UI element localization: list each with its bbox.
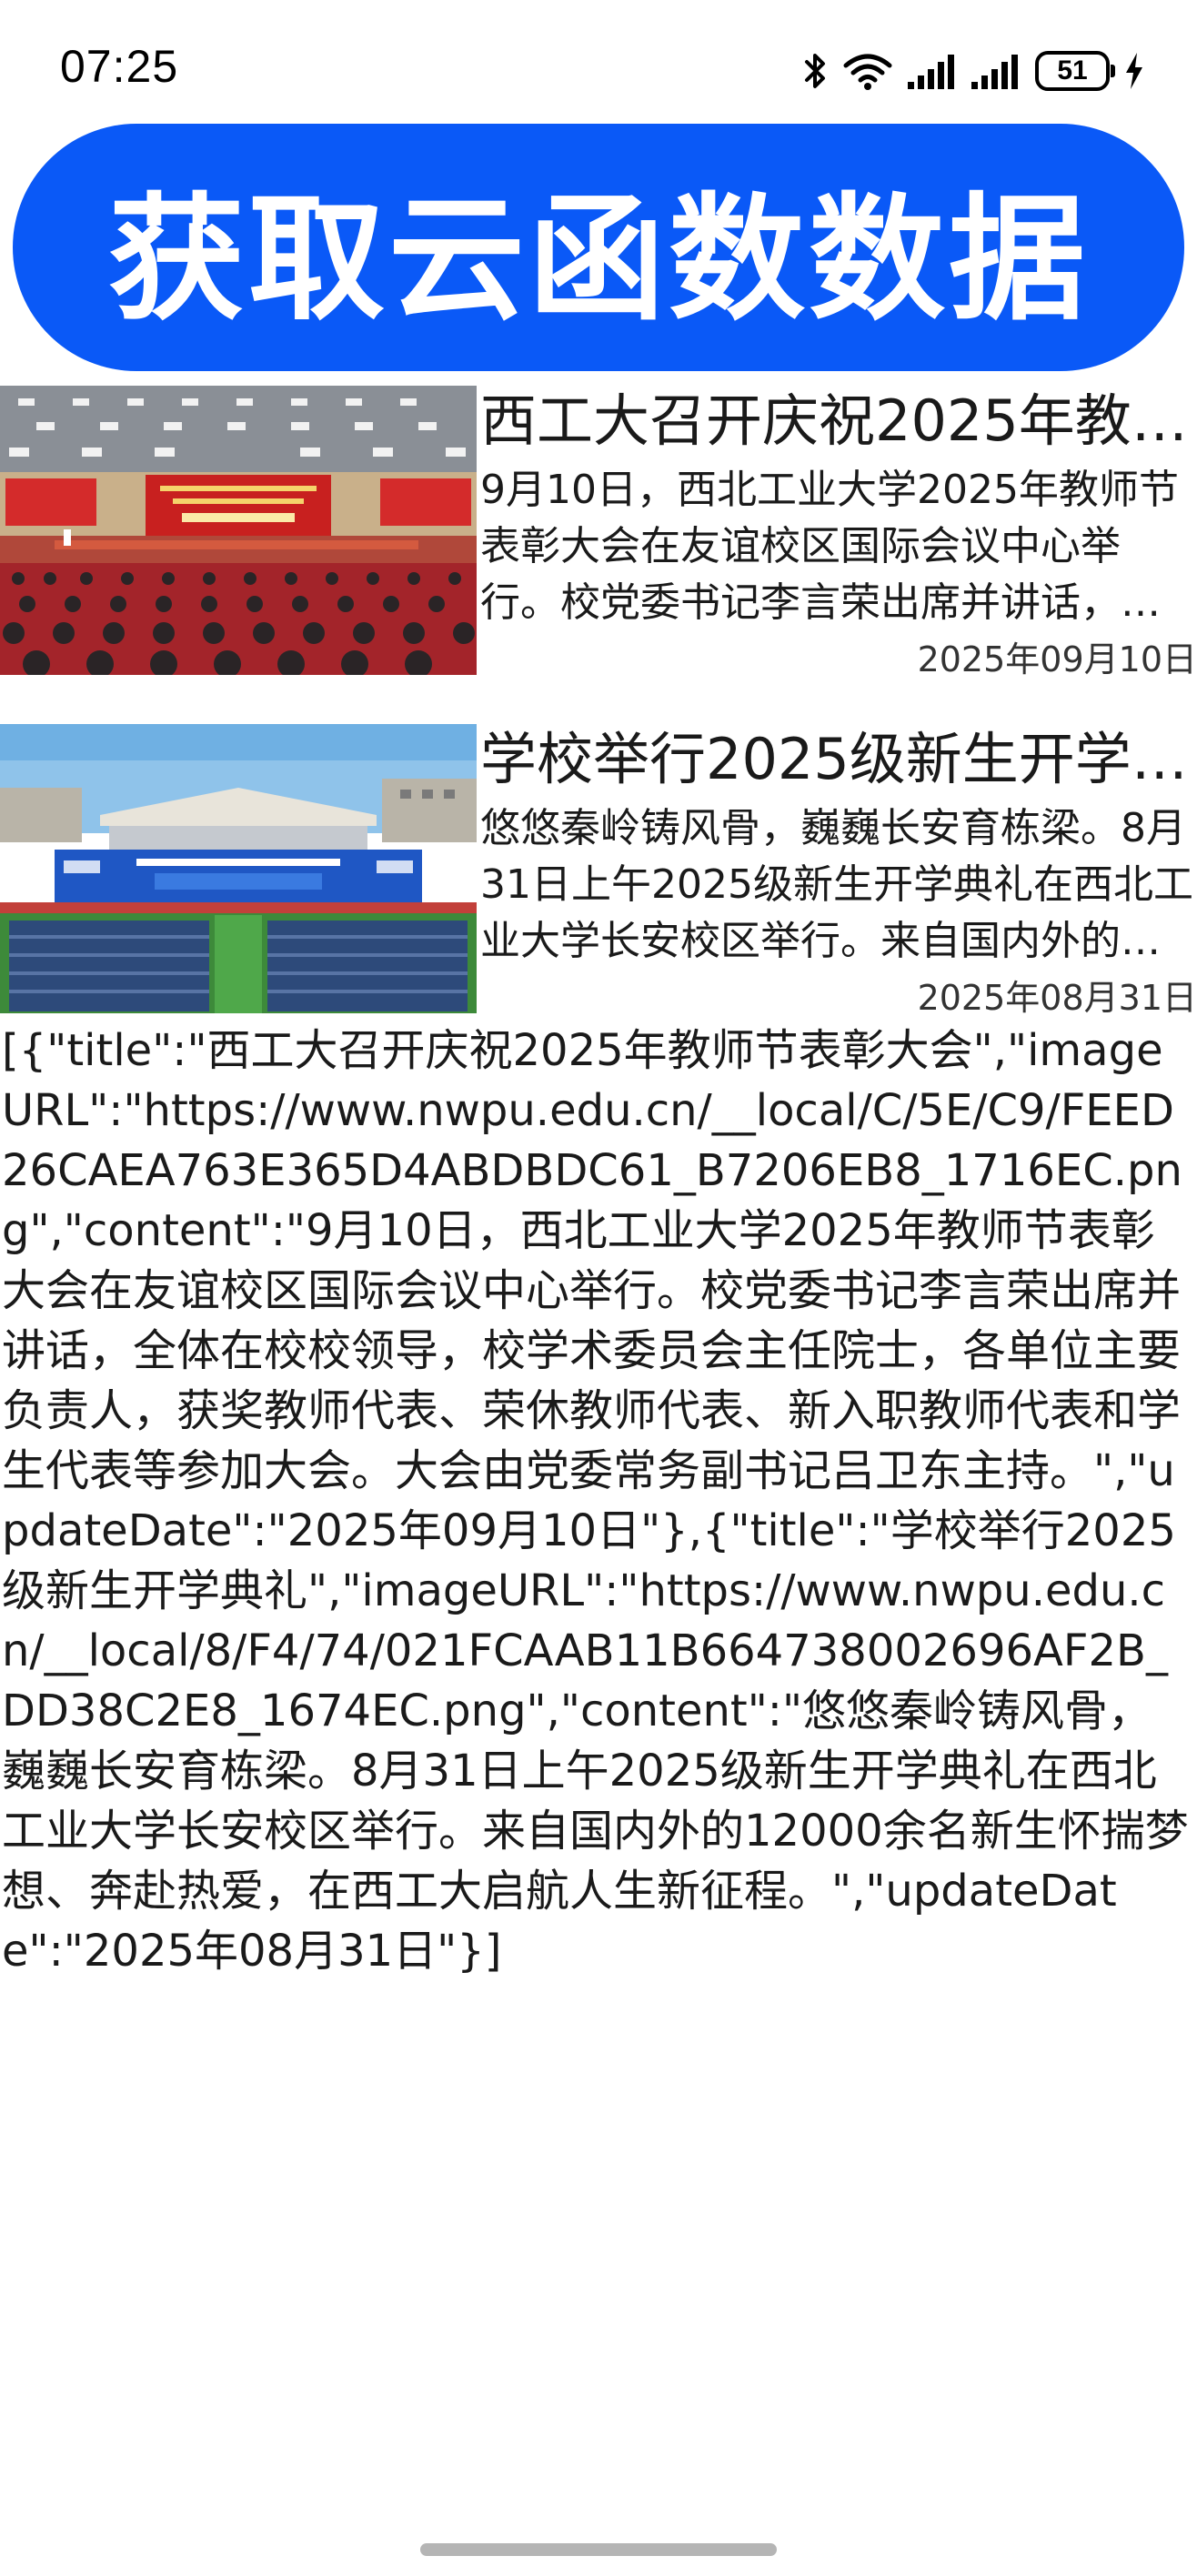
news-item[interactable]: 西工大召开庆祝2025年教师节表彰大会 9月10日，西北工业大学2025年教师节… [0, 386, 1197, 724]
status-time: 07:25 [60, 41, 179, 92]
battery-icon: 51 [1035, 51, 1115, 91]
raw-json-output: [{"title":"西工大召开庆祝2025年教师节表彰大会","imageUR… [2, 1025, 1189, 1977]
news-title: 学校举行2025级新生开学典礼 [480, 726, 1193, 792]
fetch-cloud-data-button[interactable]: 获取云函数数据 [13, 124, 1184, 371]
battery-level: 51 [1057, 55, 1088, 86]
news-list: 西工大召开庆祝2025年教师节表彰大会 9月10日，西北工业大学2025年教师节… [0, 386, 1197, 1062]
signal-icon [908, 51, 957, 91]
wifi-icon [842, 51, 893, 91]
news-image [0, 386, 477, 675]
news-item[interactable]: 学校举行2025级新生开学典礼 悠悠秦岭铸风骨，巍巍长安育栋梁。8月31日上午2… [0, 724, 1197, 1062]
news-text: 学校举行2025级新生开学典礼 悠悠秦岭铸风骨，巍巍长安育栋梁。8月31日上午2… [480, 724, 1193, 970]
news-title: 西工大召开庆祝2025年教师节表彰大会 [480, 387, 1193, 454]
news-text: 西工大召开庆祝2025年教师节表彰大会 9月10日，西北工业大学2025年教师节… [480, 386, 1193, 631]
news-date: 2025年08月31日 [917, 978, 1197, 1018]
news-date: 2025年09月10日 [917, 639, 1197, 679]
news-content: 9月10日，西北工业大学2025年教师节表彰大会在友谊校区国际会议中心举行。校党… [480, 467, 1179, 626]
news-content: 悠悠秦岭铸风骨，巍巍长安育栋梁。8月31日上午2025级新生开学典礼在西北工业大… [480, 805, 1193, 964]
news-image [0, 724, 477, 1013]
charging-icon [1124, 51, 1144, 91]
home-indicator[interactable] [420, 2543, 777, 2556]
signal-icon [971, 51, 1021, 91]
bluetooth-icon [804, 51, 828, 91]
status-icons: 51 [804, 45, 1144, 96]
status-bar: 07:25 51 [0, 0, 1197, 127]
